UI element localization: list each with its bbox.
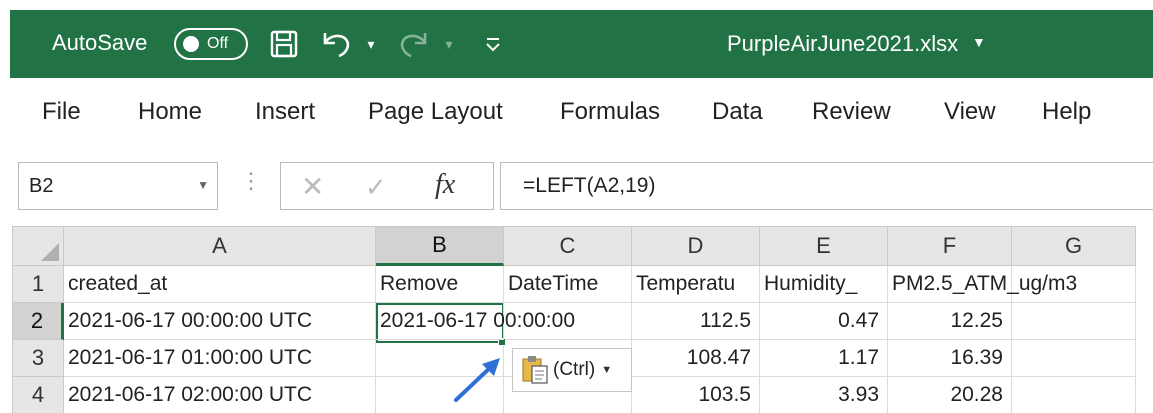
cell-b1[interactable]: Remove [376, 266, 504, 303]
name-box-value: B2 [29, 175, 54, 197]
tab-review[interactable]: Review [812, 98, 891, 126]
select-all-button[interactable] [12, 226, 64, 266]
tab-help[interactable]: Help [1042, 98, 1091, 126]
cell-text: Temperatu [636, 272, 736, 295]
formula-input[interactable]: =LEFT(A2,19) [500, 162, 1153, 210]
row-header-4[interactable]: 4 [12, 377, 64, 413]
cell-e1[interactable]: Humidity_ [760, 266, 888, 303]
cell-text: 3.93 [838, 383, 879, 406]
formula-text: =LEFT(A2,19) [523, 174, 656, 197]
cell-g1[interactable] [1012, 266, 1136, 303]
insert-function-icon[interactable]: fx [435, 169, 455, 201]
autosave-label: AutoSave [52, 30, 148, 55]
title-dropdown-icon[interactable]: ▼ [972, 34, 986, 50]
undo-dropdown-icon[interactable]: ▾ [360, 26, 382, 62]
tab-insert[interactable]: Insert [255, 98, 315, 126]
annotation-arrow-icon [454, 358, 500, 402]
ribbon-tabs: File Home Insert Page Layout Formulas Da… [0, 78, 1153, 142]
autosave-toggle[interactable]: Off [174, 28, 248, 60]
cell-g3[interactable] [1012, 340, 1136, 377]
cell-text: 2021-06-17 00:00:00 UTC [68, 309, 312, 332]
cell-e2[interactable]: 0.47 [760, 303, 888, 340]
cell-text: 2021-06-17 00:00:00 [380, 309, 575, 332]
tab-file[interactable]: File [42, 98, 81, 126]
column-header-g[interactable]: G [1012, 226, 1136, 266]
formula-buttons: ✕ ✓ fx [280, 162, 494, 210]
redo-dropdown-icon[interactable]: ▾ [438, 26, 460, 62]
tab-formulas[interactable]: Formulas [560, 98, 660, 126]
cell-text: Remove [380, 272, 459, 295]
cell-text: 16.39 [950, 346, 1003, 369]
column-header-d[interactable]: D [632, 226, 760, 266]
cell-e3[interactable]: 1.17 [760, 340, 888, 377]
cell-a4[interactable]: 2021-06-17 02:00:00 UTC [64, 377, 376, 413]
name-box-dropdown-icon[interactable]: ▼ [197, 178, 209, 192]
cell-text: DateTime [508, 272, 599, 295]
save-icon[interactable] [266, 26, 302, 62]
cell-text: 12.25 [950, 309, 1003, 332]
column-header-e[interactable]: E [760, 226, 888, 266]
cell-text: 108.47 [686, 346, 751, 369]
name-box[interactable]: B2 ▼ [18, 162, 218, 210]
tab-home[interactable]: Home [138, 98, 202, 126]
cell-text: 112.5 [700, 309, 751, 332]
cell-e4[interactable]: 3.93 [760, 377, 888, 413]
cell-g4[interactable] [1012, 377, 1136, 413]
cell-f4[interactable]: 20.28 [888, 377, 1012, 413]
cancel-icon[interactable]: ✕ [301, 170, 324, 203]
formula-bar: B2 ▼ ⋮ ✕ ✓ fx =LEFT(A2,19) [0, 158, 1153, 218]
tab-page-layout[interactable]: Page Layout [368, 98, 503, 126]
column-header-c[interactable]: C [504, 226, 632, 266]
chevron-down-icon: ▼ [601, 364, 613, 376]
column-header-b[interactable]: B [376, 226, 504, 266]
row-header-2[interactable]: 2 [12, 303, 64, 340]
grip-icon[interactable]: ⋮ [240, 168, 262, 202]
row-header-3[interactable]: 3 [12, 340, 64, 377]
autosave-state: Off [207, 35, 229, 52]
cell-text: 103.5 [698, 383, 751, 406]
cell-b2[interactable]: 2021-06-17 00:00:00 [376, 303, 575, 340]
document-title[interactable]: PurpleAirJune2021.xlsx [727, 31, 958, 57]
cell-f3[interactable]: 16.39 [888, 340, 1012, 377]
cell-f1[interactable]: PM2.5_ATM_ug/m3 [888, 266, 1077, 303]
cell-text: Humidity_ [764, 272, 858, 295]
cell-d3[interactable]: 108.47 [632, 340, 760, 377]
cell-text: 2021-06-17 01:00:00 UTC [68, 346, 312, 369]
tab-view[interactable]: View [944, 98, 996, 126]
cell-text: created_at [68, 272, 168, 295]
select-all-triangle-icon [41, 243, 59, 261]
toggle-knob [183, 36, 199, 52]
column-header-a[interactable]: A [64, 226, 376, 266]
cell-d2[interactable]: 112.5 [632, 303, 760, 340]
cell-f2[interactable]: 12.25 [888, 303, 1012, 340]
cell-a1[interactable]: created_at [64, 266, 376, 303]
cell-c1[interactable]: DateTime [504, 266, 632, 303]
column-header-f[interactable]: F [888, 226, 1012, 266]
redo-icon[interactable] [394, 26, 434, 62]
cell-text: 20.28 [950, 383, 1003, 406]
clipboard-icon [521, 355, 549, 385]
tab-data[interactable]: Data [712, 98, 763, 126]
paste-options-label: (Ctrl) [553, 359, 596, 380]
cell-text: 0.47 [838, 309, 879, 332]
cell-text: 2021-06-17 02:00:00 UTC [68, 383, 312, 406]
enter-icon[interactable]: ✓ [365, 172, 387, 203]
paste-options-button[interactable]: (Ctrl) ▼ [512, 348, 632, 392]
row-header-1[interactable]: 1 [12, 266, 64, 303]
cell-a3[interactable]: 2021-06-17 01:00:00 UTC [64, 340, 376, 377]
customize-qat-icon[interactable] [480, 26, 506, 62]
undo-icon[interactable] [316, 26, 356, 62]
cell-text: 1.17 [838, 346, 879, 369]
cell-d1[interactable]: Temperatu [632, 266, 760, 303]
cell-a2[interactable]: 2021-06-17 00:00:00 UTC [64, 303, 376, 340]
cell-g2[interactable] [1012, 303, 1136, 340]
cell-d4[interactable]: 103.5 [632, 377, 760, 413]
title-bar: AutoSave Off ▾ ▾ PurpleAirJune2021.xlsx … [10, 10, 1153, 78]
